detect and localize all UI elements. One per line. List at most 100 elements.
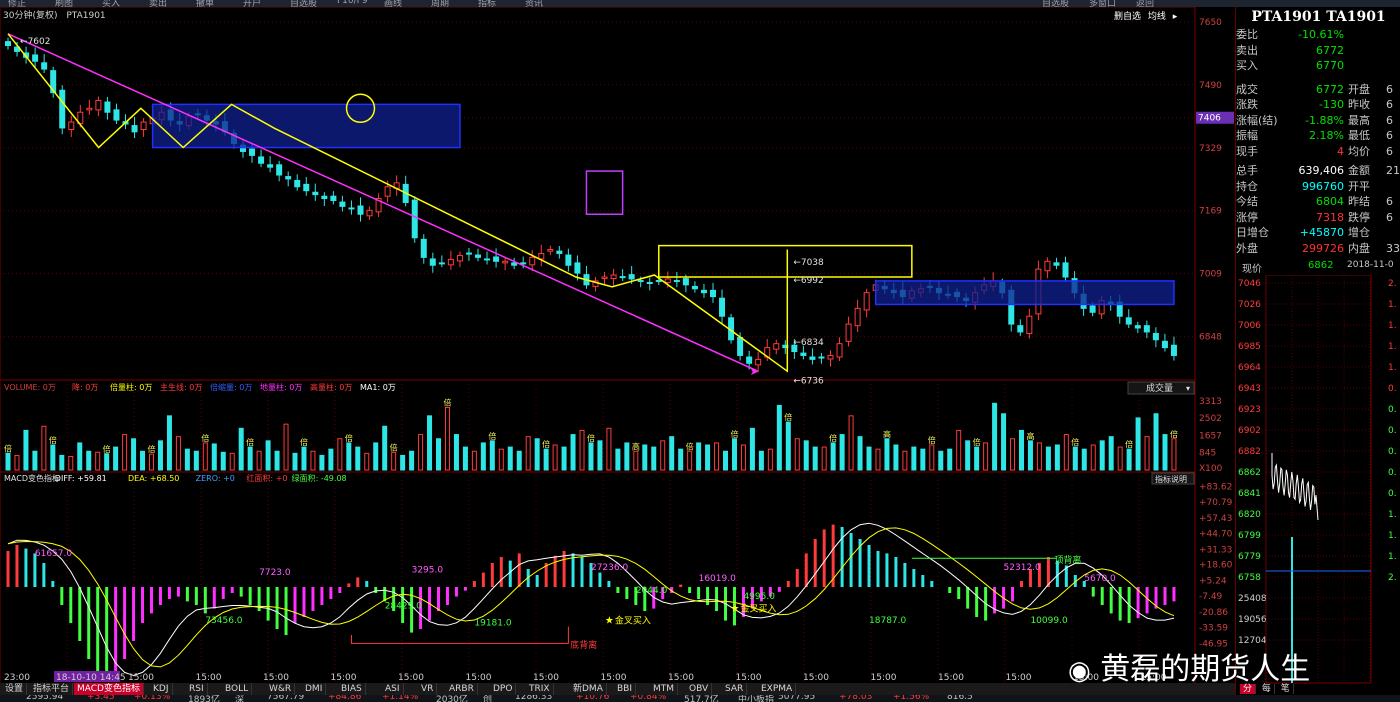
mini-left-tick: 7006	[1238, 321, 1261, 331]
indicator-tab[interactable]: TRIX	[526, 683, 554, 695]
arrow-icon[interactable]: ▸	[1173, 12, 1178, 22]
volume-bar	[1162, 434, 1168, 471]
indicator-tab[interactable]: OBV	[686, 683, 713, 695]
candle-body	[312, 191, 319, 196]
volume-bar	[543, 448, 549, 471]
quote-row-value: 6770	[1316, 59, 1344, 72]
volume-bar	[660, 440, 666, 471]
toolbar-item[interactable]: 返回	[1136, 0, 1154, 7]
symbol-text: PTA1901	[66, 11, 106, 21]
volume-marker: 倍	[49, 435, 57, 445]
indicator-tab[interactable]: BIAS	[338, 683, 366, 695]
candle-body	[411, 199, 418, 239]
volume-legend-item: 降: 0万	[72, 382, 98, 392]
quote-row-value: -130	[1319, 98, 1344, 111]
indicator-tab[interactable]: ASI	[382, 683, 404, 695]
candle-body	[465, 252, 472, 255]
toolbar-item[interactable]: 刷图	[55, 0, 73, 7]
volume-bar	[202, 442, 208, 471]
macd-area-label: 4995.0	[743, 592, 775, 602]
volume-bar	[1153, 413, 1159, 471]
candle-body	[502, 260, 509, 264]
candle-body	[1143, 325, 1150, 333]
candle-body	[303, 183, 310, 192]
indicator-tab[interactable]: W&R	[266, 683, 296, 695]
price-annotation: ←6834	[793, 338, 824, 348]
indicator-tab[interactable]: 新DMA	[570, 683, 607, 695]
mini-right-tick: 0.	[1388, 447, 1397, 457]
volume-bar	[166, 415, 172, 471]
volume-bar	[911, 446, 917, 471]
candle-body	[529, 256, 536, 266]
indicator-tab[interactable]: DMI	[302, 683, 327, 695]
toolbar-item[interactable]: 画线	[384, 0, 402, 7]
ma-toggle-button[interactable]: 均线	[1148, 12, 1166, 22]
candle-body	[95, 99, 102, 111]
del-favorite-button[interactable]: 删自选	[1114, 12, 1141, 22]
candle-body	[601, 276, 608, 280]
indicator-tab[interactable]: 指标平台	[30, 683, 74, 695]
toolbar-item[interactable]: 多窗口	[1089, 0, 1116, 7]
toolbar-item[interactable]: 资讯	[525, 0, 543, 7]
indicator-tab[interactable]: EXPMA	[758, 683, 797, 695]
volume-bar	[113, 446, 119, 471]
volume-bar	[238, 427, 244, 471]
toolbar-item[interactable]: 撤单	[196, 0, 214, 7]
volume-bar	[122, 434, 128, 471]
toolbar-item[interactable]: 修正	[8, 0, 26, 7]
indicator-tab[interactable]: RSI	[186, 683, 208, 695]
toolbar-item[interactable]: 指标	[478, 0, 496, 7]
toolbar-item[interactable]: 卖出	[149, 0, 167, 7]
toolbar-item[interactable]: 周期	[431, 0, 449, 7]
chart-svg[interactable]: 76507490740673297169700968487406➤←7602←6…	[0, 6, 1235, 695]
indicator-tab[interactable]: MTM	[650, 683, 679, 695]
toolbar-item[interactable]: 开户	[243, 0, 261, 7]
candle-body	[1044, 260, 1051, 272]
volume-bar	[758, 450, 764, 471]
indicator-tab[interactable]: BOLL	[222, 683, 253, 695]
volume-bar	[723, 450, 729, 471]
quote-row-value-2: 6	[1386, 144, 1393, 158]
volume-bar	[552, 444, 558, 471]
indicator-tab[interactable]: 设置	[2, 683, 28, 695]
mini-tick-chart[interactable]: 7046 7026 7006 6985 6964 6943 6923 6902 6882 6862…	[1236, 275, 1400, 685]
quote-row-label-2: 最高	[1348, 113, 1370, 127]
price-annotation: ←6736	[793, 377, 824, 387]
toolbar-item[interactable]: 买入	[102, 0, 120, 7]
macd-tick-label: +18.60	[1199, 561, 1233, 571]
indicator-tab[interactable]: BBI	[614, 683, 637, 695]
indicator-tab[interactable]: KDJ	[150, 683, 173, 695]
quote-row-label-2: 跌停	[1348, 210, 1370, 224]
status-item: +0.84%	[630, 695, 667, 702]
chevron-down-icon: ▾	[1186, 384, 1190, 393]
toolbar-item[interactable]: 自选股	[290, 0, 317, 7]
indicator-tab[interactable]: MACD变色指标	[74, 683, 144, 695]
trend-arrow-icon: ➤	[750, 367, 758, 378]
indicator-tab[interactable]: SAR	[722, 683, 748, 695]
candle-body	[249, 148, 256, 156]
indicator-tab[interactable]: ARBR	[446, 683, 478, 695]
toolbar-item[interactable]: F10/F9	[337, 0, 368, 6]
period-text: 30分钟(复权)	[3, 11, 58, 21]
indicator-tab[interactable]: DPO	[490, 683, 517, 695]
volume-bar	[884, 438, 890, 471]
volume-marker: 高	[883, 429, 891, 439]
status-item: 2595.94	[26, 695, 64, 702]
toolbar-item[interactable]: 自选股	[1042, 0, 1069, 7]
candle-body	[1170, 344, 1177, 356]
status-item: 2030亿	[436, 695, 468, 702]
x-tick-label: 15:00	[398, 673, 424, 683]
candle-body	[493, 256, 500, 262]
volume-bar	[812, 446, 818, 471]
status-item: 创	[483, 695, 493, 702]
indicator-tab[interactable]: VR	[418, 683, 438, 695]
candle-body	[682, 278, 689, 286]
macd-panel-frame	[0, 471, 1196, 685]
macd-area-label: 52312.0	[1004, 563, 1041, 573]
mini-right-tick: 2.	[1388, 573, 1397, 583]
quote-row-label-2: 金额	[1348, 164, 1370, 177]
candle-body	[719, 297, 726, 317]
volume-bar	[651, 446, 657, 471]
current-price-value: 6862	[1308, 260, 1334, 271]
volume-tick-label: 3313	[1199, 397, 1222, 407]
